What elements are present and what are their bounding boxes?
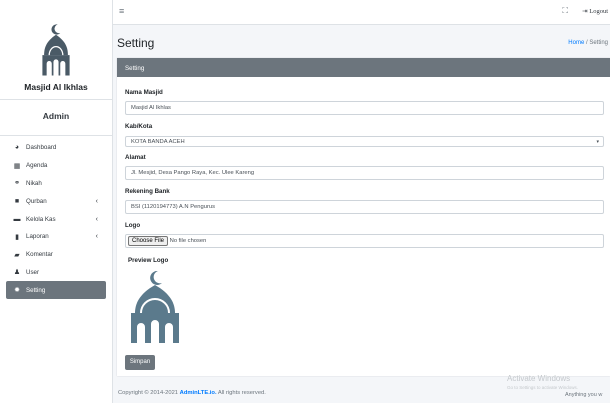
mosque-logo-icon — [42, 24, 70, 76]
card-title: Setting — [117, 58, 610, 77]
nama-masjid-input[interactable]: Masjid Al Ikhlas — [125, 101, 604, 115]
kab-kota-selected: KOTA BANDA ACEH — [131, 139, 185, 145]
sidebar-item-label: Dashboard — [26, 144, 57, 152]
file-status: No file chosen — [169, 238, 207, 244]
sidebar-item-agenda[interactable]: ▦ Agenda — [6, 157, 106, 175]
chevron-down-icon: ▾ — [596, 139, 599, 145]
fullscreen-icon[interactable]: ⛶ — [562, 6, 568, 16]
sidebar-item-label: User — [26, 268, 40, 276]
footer-copyright: Copyright © 2014-2021 — [118, 390, 180, 396]
sidebar-item-label: Setting — [26, 286, 46, 294]
sidebar-item-label: Qurban — [26, 197, 47, 205]
sidebar-item-label: Nikah — [26, 179, 42, 187]
chevron-left-icon: ‹ — [95, 197, 98, 205]
sidebar-item-kelola-kas[interactable]: ▬ Kelola Kas ‹ — [6, 210, 106, 228]
sidebar-item-label: Laporan — [26, 233, 49, 241]
sidebar-item-komentar[interactable]: ▰ Komentar — [6, 246, 106, 264]
gear-icon: ✹ — [14, 287, 20, 295]
brand-logo[interactable] — [0, 0, 112, 78]
sidebar-item-laporan[interactable]: ▮ Laporan ‹ — [6, 228, 106, 246]
breadcrumb-current: Setting — [589, 40, 608, 46]
alamat-label: Alamat — [125, 154, 146, 161]
logout-icon: ⇥ — [582, 8, 588, 15]
logo-label: Logo — [125, 222, 141, 229]
comment-icon: ▰ — [14, 251, 20, 259]
sidebar-item-setting[interactable]: ✹ Setting — [6, 281, 106, 300]
kab-kota-select[interactable]: KOTA BANDA ACEH ▾ — [125, 136, 604, 147]
kab-kota-label: Kab/Kota — [125, 123, 153, 130]
sidebar-item-label: Agenda — [26, 162, 48, 170]
preview-logo-label: Preview Logo — [128, 257, 169, 264]
logo-file-input[interactable]: Choose File No file chosen — [125, 234, 604, 248]
footer-link[interactable]: AdminLTE.io. — [180, 390, 217, 396]
logout-button[interactable]: ⇥ Logout — [582, 7, 608, 15]
nama-masjid-label: Nama Masjid — [125, 89, 163, 96]
sidebar-item-user[interactable]: ♟ User — [6, 264, 106, 282]
brand-name[interactable]: Masjid Al Ikhlas — [0, 78, 112, 100]
logout-label: Logout — [589, 8, 608, 15]
file-icon: ▮ — [15, 233, 19, 241]
tachometer-icon: ◕ — [14, 144, 20, 152]
sidebar-nav: ◕ Dashboard ▦ Agenda ⚭ Nikah ■ Qurban ‹ … — [0, 136, 112, 300]
menu-toggle-icon[interactable]: ≡ — [119, 6, 124, 16]
mosque-preview-icon — [131, 271, 179, 343]
page-title: Setting — [117, 36, 155, 50]
sidebar-item-qurban[interactable]: ■ Qurban ‹ — [6, 192, 106, 210]
chevron-left-icon: ‹ — [95, 215, 98, 223]
rekening-bank-label: Rekening Bank — [125, 188, 170, 195]
sidebar-item-label: Kelola Kas — [26, 215, 56, 223]
watermark-extra-text: Anything you w — [565, 392, 603, 398]
calendar-icon: ▦ — [13, 162, 21, 170]
setting-card: Setting Nama Masjid Masjid Al Ikhlas Kab… — [117, 58, 610, 376]
sidebar: Masjid Al Ikhlas Admin ◕ Dashboard ▦ Age… — [0, 0, 113, 403]
chevron-left-icon: ‹ — [95, 233, 98, 241]
activate-windows-title: Activate Windows — [507, 374, 571, 383]
money-icon: ▬ — [13, 215, 21, 223]
users-icon: ♟ — [13, 269, 21, 277]
user-panel-name[interactable]: Admin — [0, 100, 112, 136]
activate-windows-subtitle: Go to Settings to activate Windows. — [507, 385, 579, 390]
choose-file-button[interactable]: Choose File — [128, 236, 169, 246]
sidebar-item-nikah[interactable]: ⚭ Nikah — [6, 175, 106, 193]
top-navbar: ≡ ⛶ ⇥ Logout — [113, 0, 610, 25]
rekening-bank-input[interactable]: BSI (1120194773) A.N Pengurus — [125, 200, 604, 214]
alamat-input[interactable]: Jl. Mesjid, Desa Pango Raya, Kec. Ulee K… — [125, 166, 604, 180]
simpan-button[interactable]: Simpan — [125, 355, 155, 370]
footer-rights: All rights reserved. — [216, 390, 266, 396]
breadcrumb: Home / Setting — [568, 40, 608, 46]
box-icon: ■ — [14, 197, 20, 205]
sidebar-item-label: Komentar — [26, 251, 53, 259]
sidebar-item-dashboard[interactable]: ◕ Dashboard — [6, 139, 106, 157]
breadcrumb-home-link[interactable]: Home — [568, 40, 584, 46]
rings-icon: ⚭ — [14, 180, 20, 188]
